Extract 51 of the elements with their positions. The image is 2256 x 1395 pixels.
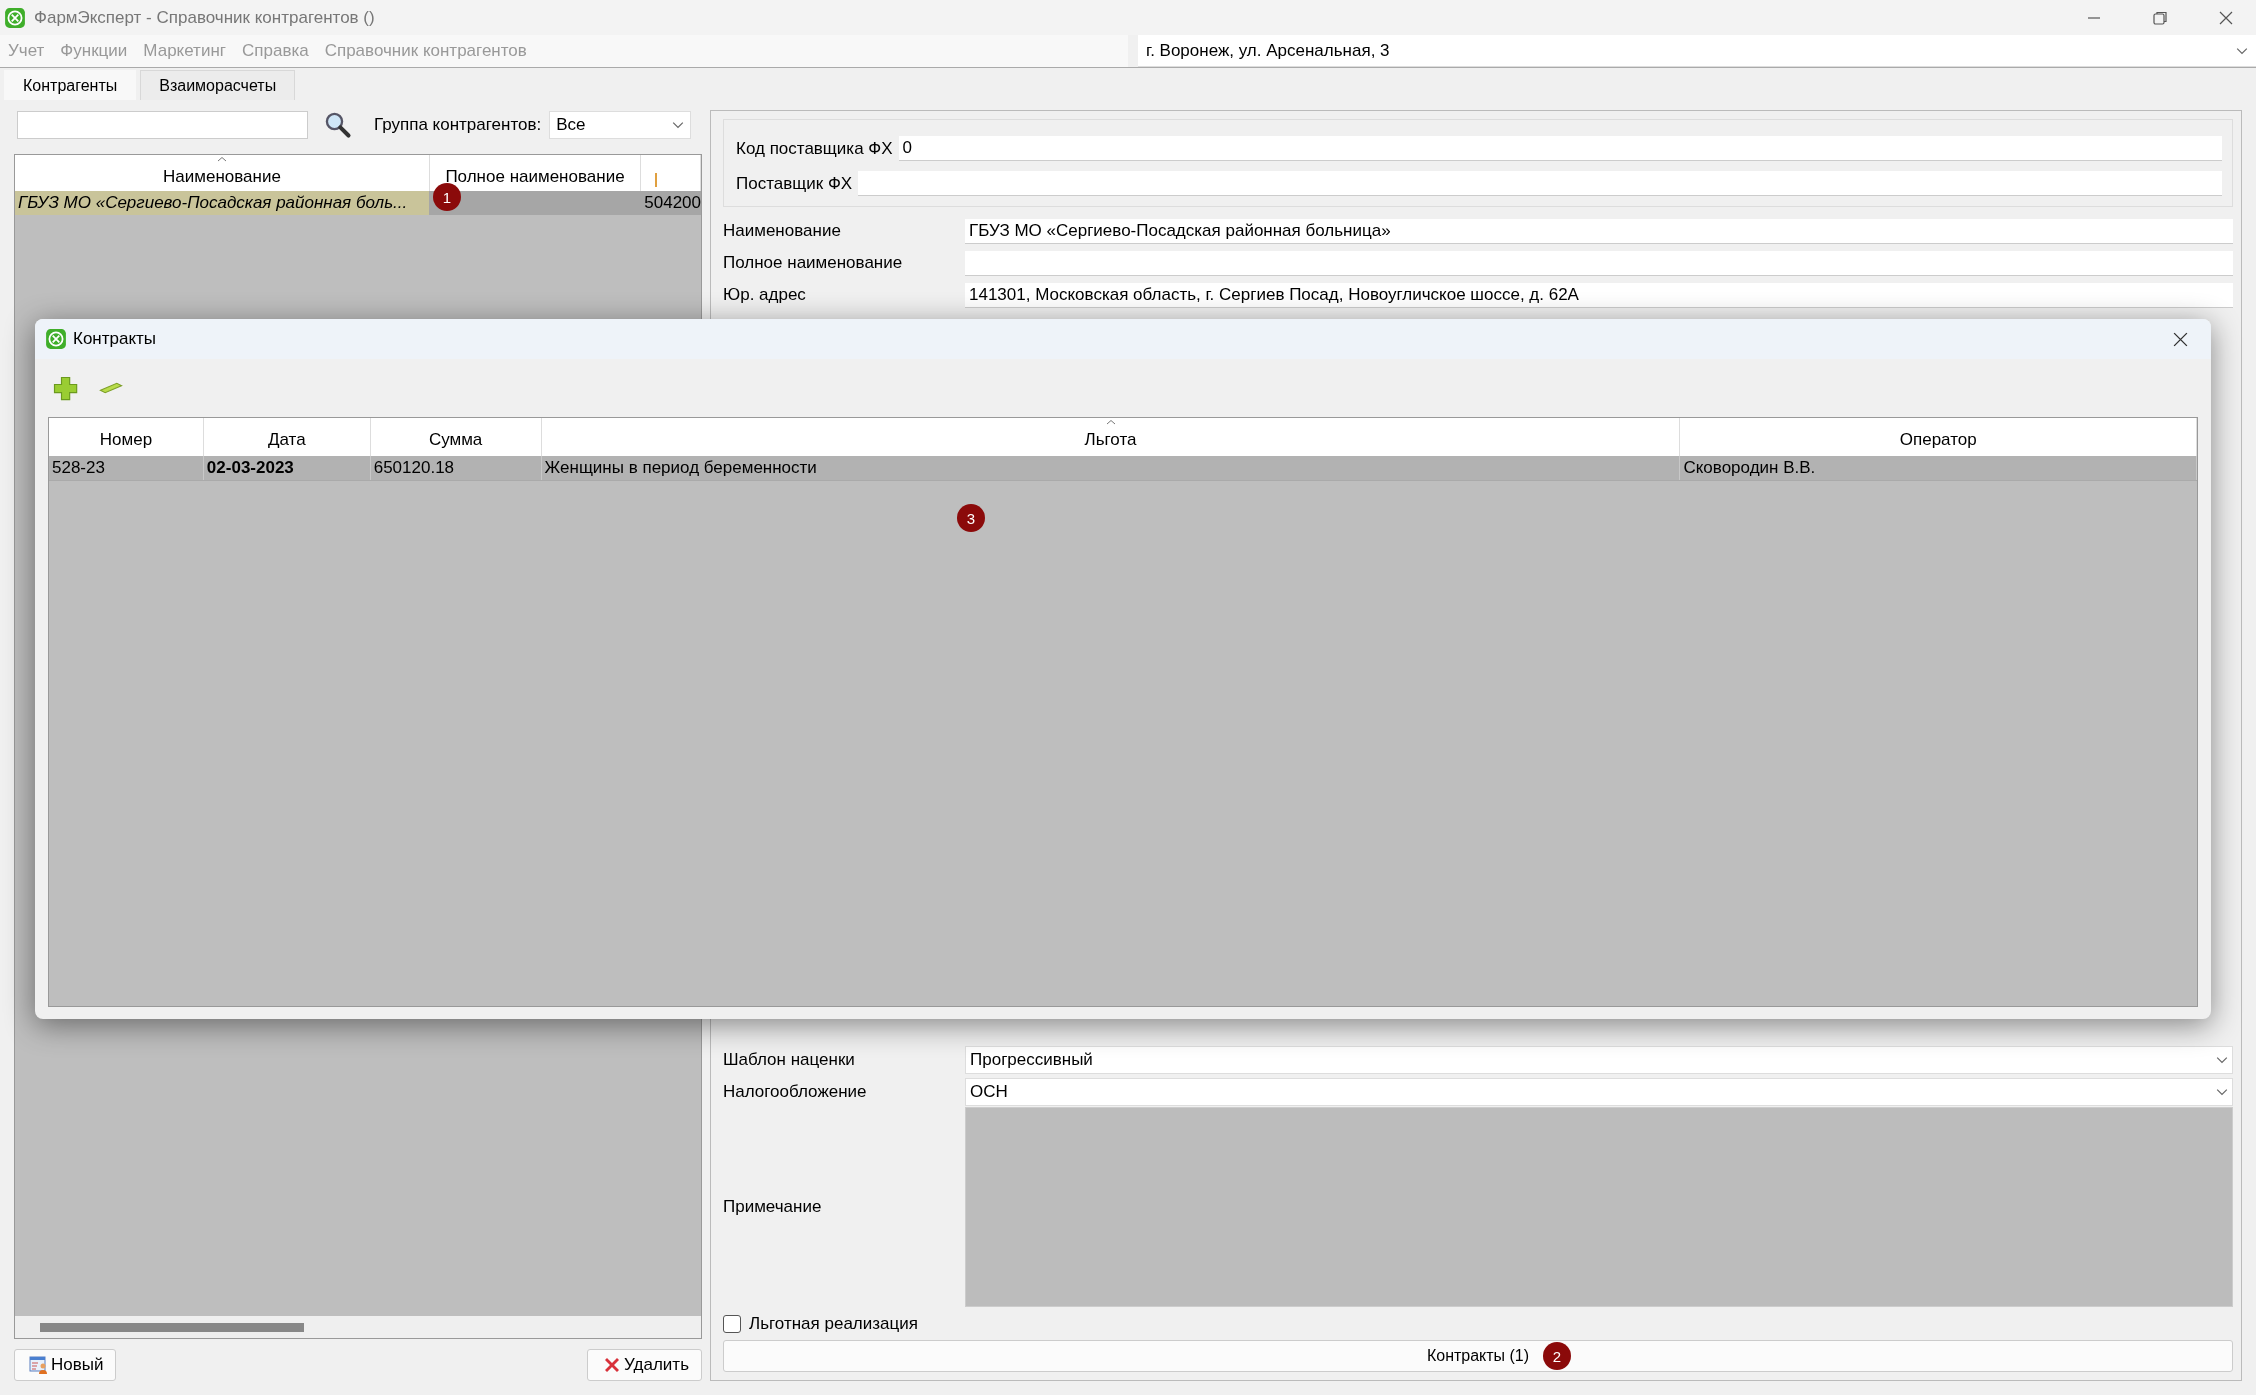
field-label: Полное наименование — [723, 253, 904, 273]
app-logo-icon — [45, 328, 67, 350]
restore-icon[interactable] — [2152, 9, 2168, 26]
text-field[interactable]: 0 — [898, 136, 2222, 161]
field-label: Юр. адрес — [723, 285, 807, 305]
group-filter-label: Группа контрагентов: — [374, 115, 542, 135]
contact-card-icon — [29, 1355, 49, 1375]
table-cell[interactable]: Женщины в период беременности — [541, 456, 1681, 480]
new-button[interactable]: Новый — [14, 1349, 117, 1381]
scrollbar-thumb[interactable] — [40, 1322, 304, 1332]
field-label: Примечание — [723, 1197, 823, 1217]
field-label: Код поставщика ФХ — [736, 138, 893, 159]
table-cell[interactable]: 528-23 — [49, 456, 204, 480]
search-field[interactable] — [17, 111, 308, 139]
sort-caret-icon — [1105, 419, 1116, 425]
table-cell[interactable]: 650120.18 — [370, 456, 542, 480]
chevron-down-icon — [2216, 1056, 2228, 1064]
field-label: Шаблон наценки — [723, 1050, 856, 1070]
sort-caret-icon — [217, 156, 227, 162]
note-field[interactable] — [965, 1107, 2233, 1307]
text-field[interactable]: ГБУЗ МО «Сергиево-Посадская районная больница» — [965, 218, 2233, 244]
tab[interactable]: Взаиморасчеты — [140, 70, 296, 100]
checkbox-label: Льготная реализация — [749, 1314, 918, 1334]
text-field[interactable]: 141301, Московская область, г. Сергиев Посад, Новоугличское шоссе, д. 62А — [965, 282, 2233, 308]
dropdown[interactable]: Прогрессивный — [965, 1046, 2233, 1074]
window-title: ФармЭксперт - Справочник контрагентов () — [34, 7, 375, 28]
chevron-down-icon — [2236, 46, 2248, 55]
text-field[interactable] — [965, 250, 2233, 276]
delete-button[interactable]: Удалить — [587, 1349, 702, 1381]
app-logo-icon — [4, 6, 26, 29]
text-field[interactable] — [858, 171, 2222, 196]
field-label: Наименование — [723, 221, 842, 241]
table-cell[interactable]: Сковородин В.В. — [1680, 456, 2197, 480]
chevron-down-icon — [672, 121, 685, 129]
group-filter-dropdown[interactable]: Все — [549, 111, 692, 139]
address-dropdown[interactable]: г. Воронеж, ул. Арсенальная, 3 — [1138, 35, 2256, 67]
field-label: Поставщик ФХ — [736, 173, 853, 194]
tab[interactable]: Контрагенты — [4, 70, 137, 100]
checkbox[interactable] — [723, 1315, 741, 1333]
field-label: Налогообложение — [723, 1082, 868, 1102]
dropdown[interactable]: ОСН — [965, 1078, 2233, 1106]
table-cell[interactable]: 02-03-2023 — [203, 456, 371, 480]
close-icon[interactable] — [2218, 9, 2234, 26]
close-icon[interactable] — [2172, 330, 2189, 348]
chevron-down-icon — [2216, 1088, 2228, 1096]
search-icon[interactable] — [324, 111, 352, 139]
marker-badge: 3 — [957, 504, 985, 532]
add-icon[interactable] — [51, 374, 79, 402]
table-cell[interactable]: 504200 — [642, 191, 701, 215]
table-cell[interactable]: ГБУЗ МО «Сергиево-Посадская районная боль... — [15, 191, 430, 215]
dialog-title: Контракты — [73, 329, 157, 349]
